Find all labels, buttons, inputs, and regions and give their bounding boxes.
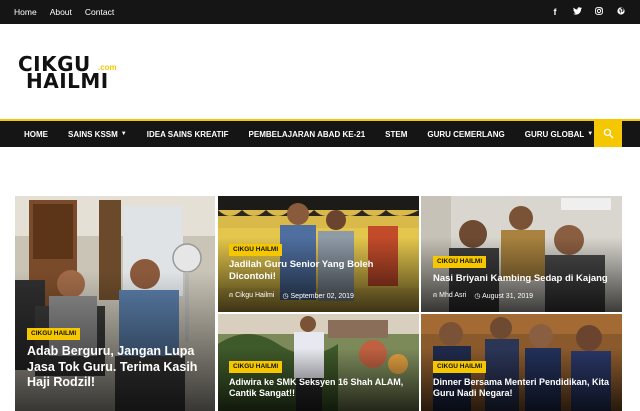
post-date: ◷ August 31, 2019 <box>474 292 533 300</box>
post-card[interactable]: CIKGU HAILMI Jadilah Guru Senior Yang Bo… <box>218 196 419 312</box>
main-nav: HOME SAINS KSSM ▼ IDEA SAINS KREATIF PEMB… <box>0 119 640 147</box>
pinterest-icon[interactable] <box>616 7 626 17</box>
nav-item-stem[interactable]: STEM <box>375 121 417 147</box>
post-author: ⍝ Mhd Asri <box>433 292 466 300</box>
nav-item-idea-sains-kreatif[interactable]: IDEA SAINS KREATIF <box>137 121 239 147</box>
nav-item-sains-kssm[interactable]: SAINS KSSM ▼ <box>58 121 137 147</box>
post-title[interactable]: Jadilah Guru Senior Yang Boleh Dicontohi… <box>229 259 409 283</box>
post-author: ⍝ Cikgu Hailmi <box>229 292 274 300</box>
instagram-icon[interactable] <box>594 7 604 17</box>
twitter-icon[interactable] <box>572 7 582 17</box>
nav-label: STEM <box>385 129 408 139</box>
social-links: f <box>550 0 626 24</box>
post-date: ◷ September 02, 2019 <box>282 292 354 300</box>
nav-item-guru-global[interactable]: GURU GLOBAL ▼ <box>515 121 604 147</box>
post-title[interactable]: Dinner Bersama Menteri Pendidikan, Kita … <box>433 377 615 400</box>
chevron-down-icon: ▼ <box>120 131 127 137</box>
nav-label: PEMBELAJARAN ABAD KE-21 <box>248 129 366 139</box>
category-tag[interactable]: CIKGU HAILMI <box>229 361 283 373</box>
logo-line-2: HAILMI <box>26 69 109 93</box>
nav-item-pembelajaran-abad[interactable]: PEMBELAJARAN ABAD KE-21 <box>239 121 376 147</box>
post-card[interactable]: CIKGU HAILMI Adiwira ke SMK Seksyen 16 S… <box>218 314 419 411</box>
nav-label: HOME <box>24 129 48 139</box>
user-icon: ⍝ <box>229 292 234 299</box>
top-link-contact[interactable]: Contact <box>85 7 114 17</box>
post-author-name: Mhd Asri <box>439 292 467 299</box>
chevron-down-icon: ▼ <box>587 131 594 137</box>
site-logo[interactable]: CIKGU .com HAILMI <box>18 54 130 94</box>
top-link-home[interactable]: Home <box>14 7 37 17</box>
post-author-name: Cikgu Hailmi <box>235 292 275 299</box>
top-bar: Home About Contact f <box>0 0 640 24</box>
post-title[interactable]: Adab Berguru, Jangan Lupa Jasa Tok Guru.… <box>27 344 209 391</box>
featured-post[interactable]: CIKGU HAILMI Adab Berguru, Jangan Lupa J… <box>15 196 215 411</box>
nav-item-guru-cemerlang[interactable]: GURU CEMERLANG <box>417 121 514 147</box>
post-meta: ⍝ Mhd Asri ◷ August 31, 2019 <box>433 292 533 300</box>
post-card[interactable]: CIKGU HAILMI Nasi Briyani Kambing Sedap … <box>421 196 622 312</box>
nav-items: HOME SAINS KSSM ▼ IDEA SAINS KREATIF PEMB… <box>0 121 603 147</box>
category-tag[interactable]: CIKGU HAILMI <box>433 256 487 268</box>
top-link-about[interactable]: About <box>50 7 72 17</box>
search-icon <box>603 128 613 138</box>
post-meta: ⍝ Cikgu Hailmi ◷ September 02, 2019 <box>229 292 354 300</box>
top-links: Home About Contact <box>14 0 114 24</box>
category-tag[interactable]: CIKGU HAILMI <box>433 361 487 373</box>
category-tag[interactable]: CIKGU HAILMI <box>229 244 283 256</box>
user-icon: ⍝ <box>433 292 438 299</box>
clock-icon: ◷ <box>474 293 481 300</box>
nav-label: SAINS KSSM <box>68 129 118 139</box>
post-date-text: August 31, 2019 <box>482 293 534 300</box>
clock-icon: ◷ <box>282 293 289 300</box>
facebook-icon[interactable]: f <box>550 7 560 17</box>
post-date-text: September 02, 2019 <box>290 293 354 300</box>
nav-label: GURU CEMERLANG <box>427 129 505 139</box>
post-card[interactable]: CIKGU HAILMI Dinner Bersama Menteri Pend… <box>421 314 622 411</box>
nav-label: IDEA SAINS KREATIF <box>146 129 229 139</box>
post-title[interactable]: Adiwira ke SMK Seksyen 16 Shah ALAM, Can… <box>229 377 415 400</box>
post-title[interactable]: Nasi Briyani Kambing Sedap di Kajang <box>433 273 615 285</box>
category-tag[interactable]: CIKGU HAILMI <box>27 328 81 340</box>
nav-item-home[interactable]: HOME <box>0 121 58 147</box>
search-button[interactable] <box>594 119 622 147</box>
site-header: CIKGU .com HAILMI <box>0 24 640 119</box>
nav-label: GURU GLOBAL <box>524 129 585 139</box>
